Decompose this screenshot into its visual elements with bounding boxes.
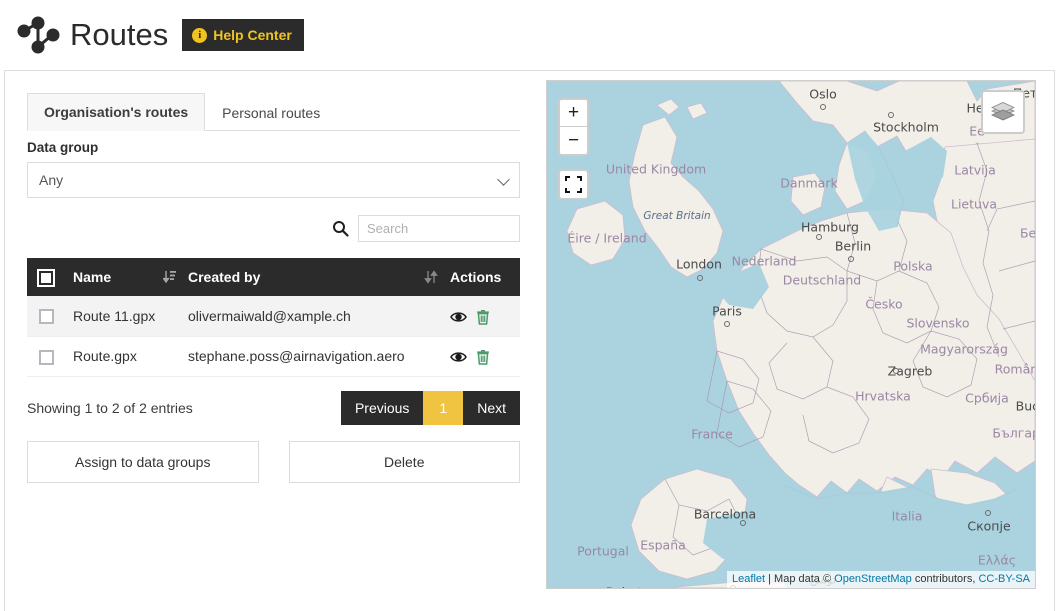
data-group-select[interactable]: Any (27, 162, 520, 198)
delete-button[interactable]: Delete (288, 440, 520, 483)
tab-organisations-routes[interactable]: Organisation's routes (27, 93, 206, 131)
search-row (27, 215, 520, 242)
tab-bar: Organisation's routes Personal routes (27, 93, 520, 131)
map-city-dot (724, 321, 730, 327)
pagination: Previous 1 Next (340, 390, 520, 425)
bulk-actions: Assign to data groups Delete (27, 440, 520, 483)
sort-updown-icon (424, 270, 438, 284)
map-city-dot (888, 112, 894, 118)
search-input[interactable] (358, 215, 520, 242)
route-name-cell: Route 11.gpx (67, 296, 182, 337)
delete-icon[interactable] (476, 309, 490, 325)
delete-icon[interactable] (476, 349, 490, 365)
route-nodes-icon (17, 16, 60, 54)
pagination-page-1[interactable]: 1 (423, 390, 464, 425)
zoom-out-button[interactable]: − (560, 127, 587, 154)
map-city-dot (848, 256, 854, 262)
tab-label: Organisation's routes (44, 104, 189, 120)
column-header-name[interactable]: Name (67, 258, 182, 297)
zoom-in-button[interactable]: + (560, 100, 587, 127)
sort-amount-down-icon (163, 271, 176, 284)
table-header-row: Name Created by Actions (27, 258, 520, 297)
map-panel[interactable]: OsloStockholmПетHeEeDanmarkLatvijaLietuv… (546, 80, 1036, 589)
data-group-select-wrap: Any (27, 162, 520, 198)
column-label: Name (73, 269, 112, 286)
tab-personal-routes[interactable]: Personal routes (205, 94, 337, 131)
layers-button[interactable] (981, 90, 1025, 134)
fullscreen-button[interactable] (558, 169, 589, 200)
leaflet-link[interactable]: Leaflet (732, 573, 765, 585)
map-city-dot (697, 275, 703, 281)
help-center-button[interactable]: i Help Center (182, 19, 304, 51)
map-city-dot (816, 234, 822, 240)
search-icon (333, 221, 349, 237)
routes-panel: Organisation's routes Personal routes Da… (5, 71, 542, 611)
map-canvas[interactable] (547, 81, 1035, 588)
column-header-select-all[interactable] (27, 258, 67, 297)
row-select-cell[interactable] (27, 336, 67, 377)
map-data-text: Map data © (774, 573, 835, 585)
row-checkbox[interactable] (39, 349, 54, 365)
help-center-label: Help Center (213, 27, 292, 43)
app-header: Routes i Help Center (0, 0, 1059, 70)
column-header-actions: Actions (444, 258, 520, 297)
select-all-checkbox[interactable] (37, 269, 55, 288)
map-city-dot (820, 104, 826, 110)
layers-icon (991, 102, 1015, 121)
page-title: Routes (70, 17, 169, 52)
routes-table: Name Created by Actions Route 11.gpx oli… (27, 258, 520, 377)
column-label: Actions (450, 269, 502, 286)
pagination-next[interactable]: Next (463, 390, 520, 425)
created-by-cell: olivermaiwald@xample.ch (182, 296, 444, 337)
created-by-cell: stephane.poss@airnavigation.aero (182, 336, 444, 377)
map-city-dot (985, 510, 991, 516)
fullscreen-icon (565, 176, 582, 193)
map-attribution: Leaflet | Map data © OpenStreetMap contr… (727, 571, 1035, 588)
view-icon[interactable] (450, 310, 467, 324)
data-group-label: Data group (27, 140, 99, 155)
view-icon[interactable] (450, 350, 467, 364)
license-link[interactable]: CC-BY-SA (978, 573, 1030, 585)
table-body: Route 11.gpx olivermaiwald@xample.ch Rou… (27, 296, 520, 377)
map-city-dot (740, 520, 746, 526)
content-frame: Organisation's routes Personal routes Da… (4, 70, 1055, 611)
column-header-created-by[interactable]: Created by (182, 258, 444, 297)
route-name-cell: Route.gpx (67, 336, 182, 377)
info-icon: i (192, 27, 208, 43)
pagination-previous[interactable]: Previous (340, 390, 424, 425)
row-actions-cell (444, 336, 520, 377)
openstreetmap-link[interactable]: OpenStreetMap (834, 573, 912, 585)
attribution-separator: | (765, 573, 775, 585)
table-head: Name Created by Actions (27, 258, 520, 297)
map-city-dot (893, 368, 899, 374)
row-select-cell[interactable] (27, 296, 67, 337)
table-row[interactable]: Route 11.gpx olivermaiwald@xample.ch (27, 296, 520, 337)
entries-info: Showing 1 to 2 of 2 entries (27, 399, 193, 416)
zoom-controls[interactable]: + − (558, 98, 589, 156)
row-checkbox[interactable] (39, 309, 54, 325)
table-row[interactable]: Route.gpx stephane.poss@airnavigation.ae… (27, 336, 520, 377)
tab-label: Personal routes (222, 105, 321, 121)
contributors-text: contributors, (911, 573, 979, 585)
assign-to-data-groups-button[interactable]: Assign to data groups (27, 440, 259, 483)
row-actions-cell (444, 296, 520, 337)
table-footer: Showing 1 to 2 of 2 entries Previous 1 N… (27, 390, 520, 425)
column-label: Created by (188, 269, 261, 286)
